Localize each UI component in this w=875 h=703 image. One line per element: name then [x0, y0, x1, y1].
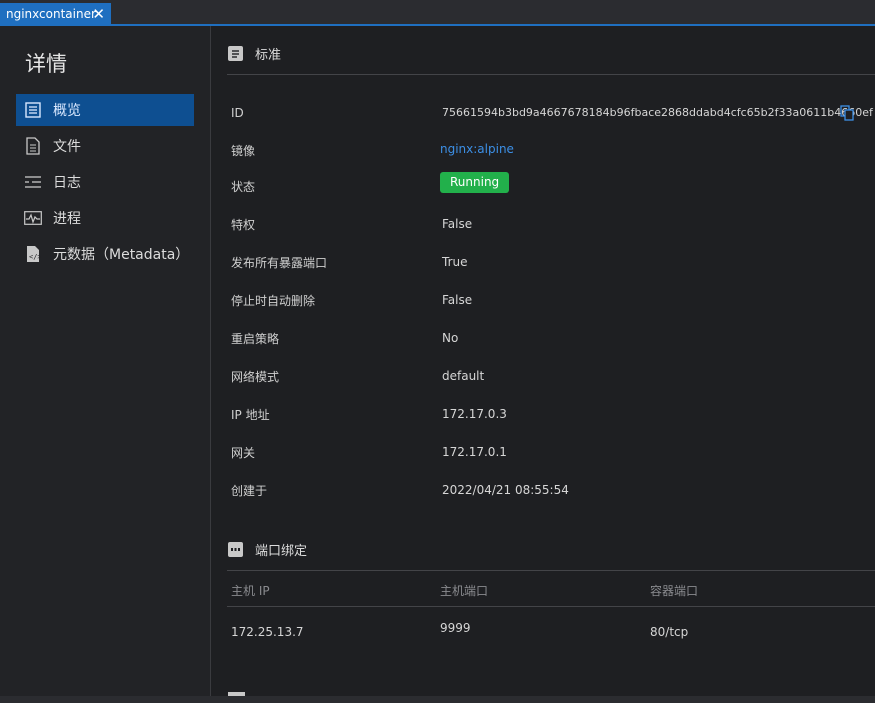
sidebar-item-overview[interactable]: 概览 [16, 94, 194, 126]
close-icon[interactable]: ✕ [92, 5, 105, 23]
horizontal-scrollbar[interactable] [0, 696, 875, 703]
value-created: 2022/04/21 08:55:54 [442, 483, 569, 497]
value-auto-remove: False [442, 293, 473, 307]
divider [227, 606, 875, 607]
value-restart-policy: No [442, 331, 459, 345]
value-id: 75661594b3bd9a4667678184b96fbace2868ddab… [442, 106, 873, 119]
value-ip-address: 172.17.0.3 [442, 407, 507, 421]
sidebar-item-logs[interactable]: 日志 [16, 166, 194, 198]
section-title: 标准 [255, 48, 282, 63]
label-privileged: 特权 [231, 218, 256, 232]
copy-icon[interactable] [840, 105, 854, 121]
sidebar: 详情 概览 文件 日志 进程 </> 元数据（Metadata） [0, 26, 211, 696]
column-header-host-ip: 主机 IP [231, 584, 270, 598]
sidebar-item-processes[interactable]: 进程 [16, 202, 194, 234]
tab-title: nginxcontainer [6, 7, 96, 21]
sidebar-item-files[interactable]: 文件 [16, 130, 194, 162]
svg-text:</>: </> [29, 253, 41, 261]
overview-icon [24, 101, 42, 119]
label-created: 创建于 [231, 484, 268, 498]
label-publish-all-ports: 发布所有暴露端口 [231, 256, 328, 270]
section-title: 端口绑定 [255, 544, 308, 559]
cell-host-ip: 172.25.13.7 [231, 625, 304, 639]
value-publish-all-ports: True [442, 255, 468, 269]
section-port-bindings-header: 端口绑定 [228, 540, 307, 559]
log-icon [24, 173, 42, 191]
image-link[interactable]: nginx:alpine [440, 142, 514, 156]
label-network-mode: 网络模式 [231, 370, 280, 384]
host-port-link[interactable]: 9999 [440, 621, 471, 635]
label-auto-remove: 停止时自动删除 [231, 294, 316, 308]
label-gateway: 网关 [231, 446, 256, 460]
label-image: 镜像 [231, 144, 256, 158]
main-content: 标准 ID 75661594b3bd9a4667678184b96fbace28… [211, 26, 875, 696]
tab-strip: nginxcontainer ✕ [0, 0, 875, 25]
value-gateway: 172.17.0.1 [442, 445, 507, 459]
label-id: ID [231, 106, 244, 120]
value-network-mode: default [442, 369, 485, 383]
file-icon [24, 137, 42, 155]
metadata-icon: </> [24, 245, 42, 263]
sidebar-title: 详情 [25, 52, 67, 76]
status-badge: Running [440, 172, 510, 193]
column-header-host-port: 主机端口 [440, 584, 489, 598]
process-icon [24, 209, 42, 227]
cell-container-port: 80/tcp [650, 625, 689, 639]
column-header-container-port: 容器端口 [650, 584, 699, 598]
sidebar-item-label: 文件 [53, 139, 81, 155]
sidebar-item-label: 日志 [53, 175, 81, 191]
section-standard-header: 标准 [228, 44, 281, 63]
label-status: 状态 [231, 180, 256, 194]
label-restart-policy: 重启策略 [231, 332, 280, 346]
tab-nginxcontainer[interactable]: nginxcontainer ✕ [0, 3, 111, 25]
sidebar-item-label: 概览 [53, 103, 81, 119]
sidebar-item-label: 元数据（Metadata） [53, 247, 190, 263]
port-icon [228, 542, 243, 557]
value-privileged: False [442, 217, 473, 231]
label-ip-address: IP 地址 [231, 408, 270, 422]
sidebar-item-metadata[interactable]: </> 元数据（Metadata） [16, 238, 194, 270]
divider [227, 74, 875, 75]
divider [227, 570, 875, 571]
document-icon [228, 46, 243, 61]
sidebar-item-label: 进程 [53, 211, 81, 227]
